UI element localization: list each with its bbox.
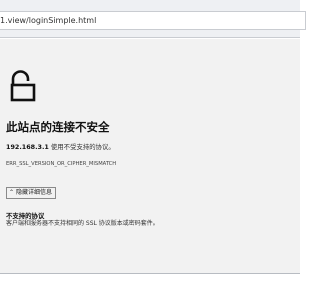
host-address: 192.168.3.1 [6,143,49,151]
unsupported-protocol-heading: 不支持的协议 [6,212,45,220]
chevron-up-icon: ⌃ [9,189,15,196]
host-message: 使用不受支持的协议。 [48,143,115,151]
page-title: 此站点的连接不安全 [6,120,110,134]
lock-icon [10,70,36,102]
window-footer [0,273,300,300]
url-text[interactable]: 1.view/loginSimple.html [0,16,96,26]
browser-address-bar: 1.view/loginSimple.html [0,0,306,38]
error-page [0,39,300,273]
error-info: 192.168.3.1 使用不受支持的协议。 [6,143,115,151]
error-code: ERR_SSL_VERSION_OR_CIPHER_MISMATCH [6,161,117,167]
unsupported-protocol-description: 客户端和服务器不支持相同的 SSL 协议版本或密码套件。 [6,220,159,227]
details-button-label: 隐藏详细信息 [16,189,53,196]
hide-details-button[interactable]: ⌃ 隐藏详细信息 [6,187,56,199]
